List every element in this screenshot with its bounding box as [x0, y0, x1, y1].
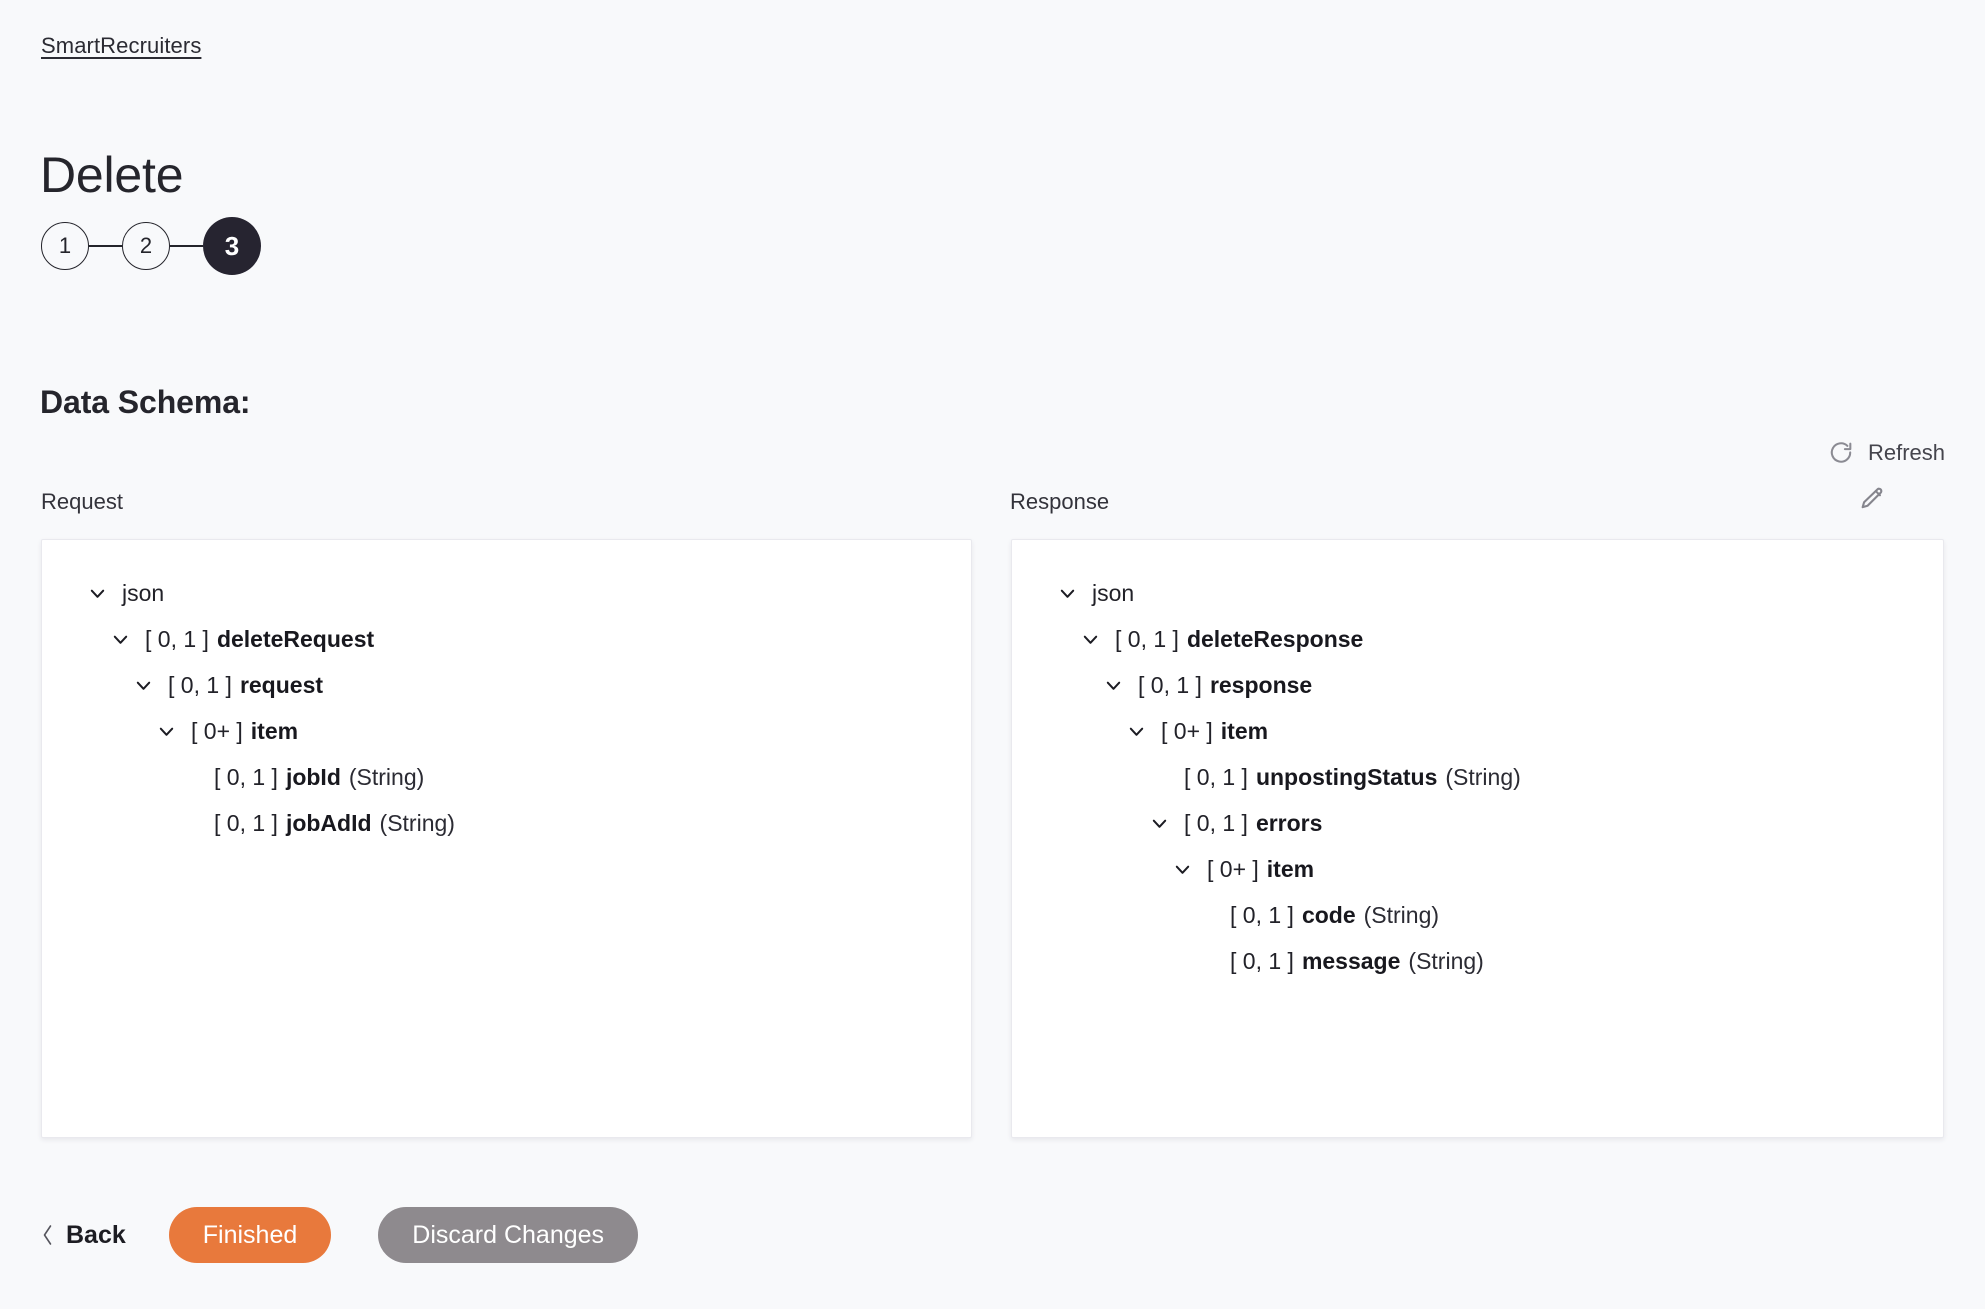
- breadcrumb-smartrecruiters-link[interactable]: SmartRecruiters: [41, 33, 201, 59]
- schema-node-name: deleteResponse: [1186, 625, 1364, 652]
- chevron-down-icon[interactable]: [88, 584, 122, 603]
- schema-node-multiplicity: [ 0, 1 ]: [214, 763, 278, 790]
- chevron-down-icon[interactable]: [157, 722, 191, 741]
- schema-node-text: [ 0+ ] item: [191, 718, 298, 745]
- schema-node-multiplicity: [ 0, 1 ]: [1184, 763, 1248, 790]
- schema-node-multiplicity: [ 0+ ]: [1161, 717, 1213, 744]
- request-schema-tree: json [ 0, 1 ] deleteRequest [ 0, 1 ] request…: [41, 539, 972, 1138]
- stepper: 123: [41, 217, 261, 275]
- schema-node-name: unpostingStatus: [1255, 763, 1438, 790]
- schema-node-multiplicity: [ 0+ ]: [191, 717, 243, 744]
- step-connector: [89, 245, 122, 247]
- schema-node-multiplicity: [ 0+ ]: [1207, 855, 1259, 882]
- schema-node-name: item: [1266, 855, 1315, 882]
- schema-node-item[interactable]: [ 0+ ] item: [42, 708, 971, 754]
- schema-node-multiplicity: [ 0, 1 ]: [168, 671, 232, 698]
- chevron-down-icon[interactable]: [1150, 814, 1184, 833]
- schema-node-multiplicity: [ 0, 1 ]: [1184, 809, 1248, 836]
- schema-node-text: json: [1092, 580, 1134, 607]
- stepper-step-2[interactable]: 2: [122, 222, 170, 270]
- edit-schema-button[interactable]: [1858, 485, 1886, 513]
- schema-node-text: json: [122, 580, 164, 607]
- page-title: Delete: [40, 146, 184, 203]
- chevron-left-icon: [41, 1224, 54, 1246]
- chevron-down-icon[interactable]: [134, 676, 168, 695]
- schema-node-name: code: [1301, 901, 1356, 928]
- schema-node-name: deleteRequest: [216, 625, 375, 652]
- schema-node-text: [ 0, 1 ] deleteRequest: [145, 626, 374, 653]
- schema-node-jobId[interactable]: [ 0, 1 ] jobId (String): [42, 754, 971, 800]
- schema-node-item[interactable]: [ 0+ ] item: [1012, 708, 1943, 754]
- schema-node-name: json: [122, 579, 165, 606]
- chevron-down-icon[interactable]: [1081, 630, 1115, 649]
- schema-node-text: [ 0+ ] item: [1207, 856, 1314, 883]
- finished-button[interactable]: Finished: [168, 1207, 332, 1263]
- schema-node-type: (String): [348, 763, 425, 790]
- schema-node-item[interactable]: [ 0+ ] item: [1012, 846, 1943, 892]
- schema-node-name: json: [1092, 579, 1135, 606]
- schema-node-multiplicity: [ 0, 1 ]: [145, 625, 209, 652]
- schema-node-type: (String): [1363, 901, 1440, 928]
- schema-node-name: jobAdId: [285, 809, 372, 836]
- schema-node-text: [ 0, 1 ] jobAdId (String): [214, 810, 455, 837]
- schema-node-json[interactable]: json: [1012, 570, 1943, 616]
- schema-node-type: (String): [379, 809, 455, 836]
- chevron-down-icon[interactable]: [1058, 584, 1092, 603]
- response-schema-tree: json [ 0, 1 ] deleteResponse [ 0, 1 ] respon…: [1011, 539, 1944, 1138]
- schema-node-multiplicity: [ 0, 1 ]: [1138, 671, 1202, 698]
- schema-node-text: [ 0, 1 ] unpostingStatus (String): [1184, 764, 1521, 791]
- schema-node-text: [ 0, 1 ] request: [168, 672, 323, 699]
- back-button[interactable]: Back: [41, 1221, 126, 1250]
- chevron-down-icon[interactable]: [1127, 722, 1161, 741]
- schema-node-text: [ 0, 1 ] deleteResponse: [1115, 626, 1363, 653]
- discard-changes-button[interactable]: Discard Changes: [378, 1207, 639, 1263]
- schema-node-text: [ 0, 1 ] response: [1138, 672, 1312, 699]
- schema-node-text: [ 0, 1 ] jobId (String): [214, 764, 424, 791]
- pencil-icon: [1858, 485, 1886, 513]
- schema-node-multiplicity: [ 0, 1 ]: [1230, 901, 1294, 928]
- schema-node-text: [ 0, 1 ] message (String): [1230, 948, 1484, 975]
- schema-node-message[interactable]: [ 0, 1 ] message (String): [1012, 938, 1943, 984]
- schema-node-name: item: [250, 717, 299, 744]
- schema-node-multiplicity: [ 0, 1 ]: [1230, 947, 1294, 974]
- schema-node-deleteRequest[interactable]: [ 0, 1 ] deleteRequest: [42, 616, 971, 662]
- footer-actions: Back Finished Discard Changes: [41, 1207, 639, 1263]
- schema-node-multiplicity: [ 0, 1 ]: [1115, 625, 1179, 652]
- schema-node-multiplicity: [ 0, 1 ]: [214, 809, 278, 836]
- schema-node-name: errors: [1255, 809, 1323, 836]
- schema-node-code[interactable]: [ 0, 1 ] code (String): [1012, 892, 1943, 938]
- schema-node-type: (String): [1445, 763, 1521, 790]
- schema-node-errors[interactable]: [ 0, 1 ] errors: [1012, 800, 1943, 846]
- back-label: Back: [66, 1220, 126, 1249]
- chevron-down-icon[interactable]: [111, 630, 145, 649]
- schema-node-json[interactable]: json: [42, 570, 971, 616]
- schema-node-unpostingStatus[interactable]: [ 0, 1 ] unpostingStatus (String): [1012, 754, 1943, 800]
- chevron-down-icon[interactable]: [1104, 676, 1138, 695]
- schema-node-response[interactable]: [ 0, 1 ] response: [1012, 662, 1943, 708]
- schema-node-name: jobId: [285, 763, 341, 790]
- refresh-label: Refresh: [1867, 440, 1945, 465]
- schema-node-request[interactable]: [ 0, 1 ] request: [42, 662, 971, 708]
- step-connector: [170, 245, 203, 247]
- section-title-data-schema: Data Schema:: [40, 383, 251, 420]
- schema-node-text: [ 0, 1 ] code (String): [1230, 902, 1439, 929]
- schema-node-deleteResponse[interactable]: [ 0, 1 ] deleteResponse: [1012, 616, 1943, 662]
- chevron-down-icon[interactable]: [1173, 860, 1207, 879]
- schema-node-name: item: [1220, 717, 1269, 744]
- schema-node-name: request: [239, 671, 324, 698]
- schema-node-name: response: [1209, 671, 1313, 698]
- refresh-icon: [1828, 440, 1854, 466]
- request-panel-label: Request: [41, 489, 123, 514]
- schema-node-name: message: [1301, 947, 1401, 974]
- refresh-button[interactable]: Refresh: [1828, 440, 1945, 466]
- schema-node-text: [ 0+ ] item: [1161, 718, 1268, 745]
- schema-node-jobAdId[interactable]: [ 0, 1 ] jobAdId (String): [42, 800, 971, 846]
- stepper-step-1[interactable]: 1: [41, 222, 89, 270]
- stepper-step-3[interactable]: 3: [203, 217, 261, 275]
- schema-node-type: (String): [1408, 947, 1484, 974]
- response-panel-label: Response: [1010, 489, 1110, 514]
- schema-node-text: [ 0, 1 ] errors: [1184, 810, 1322, 837]
